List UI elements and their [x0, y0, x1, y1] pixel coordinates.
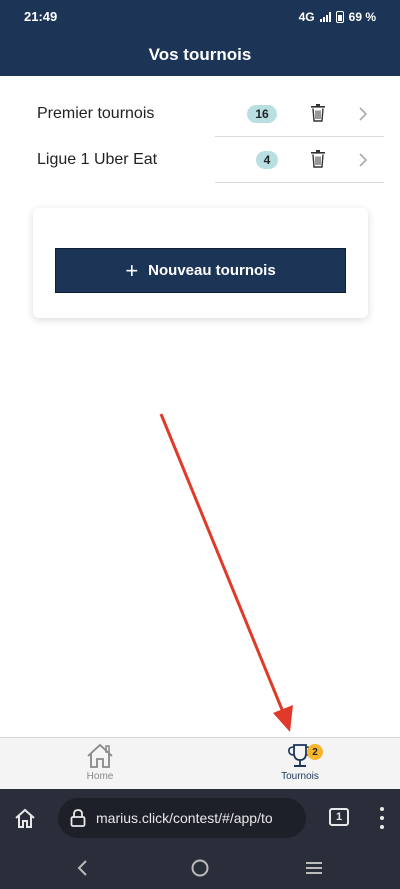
- address-bar[interactable]: marius.click/contest/#/app/to: [58, 798, 306, 838]
- annotation-arrow-shaft: [159, 413, 285, 713]
- network-type: 4G: [298, 9, 315, 24]
- participant-count-badge: 16: [247, 105, 277, 123]
- url-text: marius.click/contest/#/app/to: [96, 810, 273, 826]
- tournament-name: Premier tournois: [37, 105, 155, 122]
- new-tournament-button[interactable]: + Nouveau tournois: [55, 248, 346, 293]
- app-header: Vos tournois: [0, 33, 400, 76]
- home-circle-icon[interactable]: [191, 859, 209, 877]
- page-title: Vos tournois: [148, 44, 252, 64]
- trash-icon[interactable]: [311, 150, 325, 168]
- notification-badge: 2: [307, 744, 323, 760]
- tab-home[interactable]: Home: [0, 738, 200, 789]
- browser-home-icon[interactable]: [14, 807, 36, 829]
- annotation-arrow-head: [273, 705, 293, 732]
- battery-level: 69 %: [348, 9, 376, 24]
- more-menu-icon[interactable]: [379, 807, 385, 829]
- status-bar: 21:49 4G 69 %: [0, 0, 400, 33]
- tab-switcher-button[interactable]: 1: [329, 808, 349, 826]
- status-time: 21:49: [24, 9, 58, 24]
- tournament-name: Ligue 1 Uber Eat: [37, 151, 158, 168]
- tab-home-label: Home: [86, 771, 114, 782]
- tournament-row[interactable]: Ligue 1 Uber Eat 4: [0, 137, 400, 183]
- status-indicators: 4G 69 %: [299, 10, 376, 24]
- tab-tournois-label: Tournois: [281, 771, 319, 782]
- battery-icon: [335, 10, 344, 23]
- plus-icon: +: [125, 257, 139, 283]
- recent-apps-icon[interactable]: [305, 861, 323, 875]
- signal-icon: [319, 11, 331, 22]
- bottom-tab-bar: Home Tournois 2: [0, 737, 400, 789]
- trash-icon[interactable]: [311, 104, 325, 122]
- new-tournament-label: Nouveau tournois: [148, 262, 276, 279]
- new-tournament-card: + Nouveau tournois: [33, 208, 368, 318]
- tab-tournois[interactable]: Tournois 2: [200, 738, 400, 789]
- tournament-list: Premier tournois 16 Ligue 1 Uber Eat 4: [0, 91, 400, 183]
- tournament-row[interactable]: Premier tournois 16: [0, 91, 400, 137]
- browser-toolbar: marius.click/contest/#/app/to 1: [0, 789, 400, 847]
- row-divider: [215, 182, 384, 183]
- home-icon: [87, 743, 113, 768]
- participant-count-badge: 4: [256, 151, 278, 169]
- chevron-right-icon[interactable]: [357, 152, 369, 168]
- back-icon[interactable]: [76, 859, 88, 877]
- lock-icon: [70, 809, 86, 827]
- system-nav-bar: [0, 847, 400, 889]
- chevron-right-icon[interactable]: [357, 106, 369, 122]
